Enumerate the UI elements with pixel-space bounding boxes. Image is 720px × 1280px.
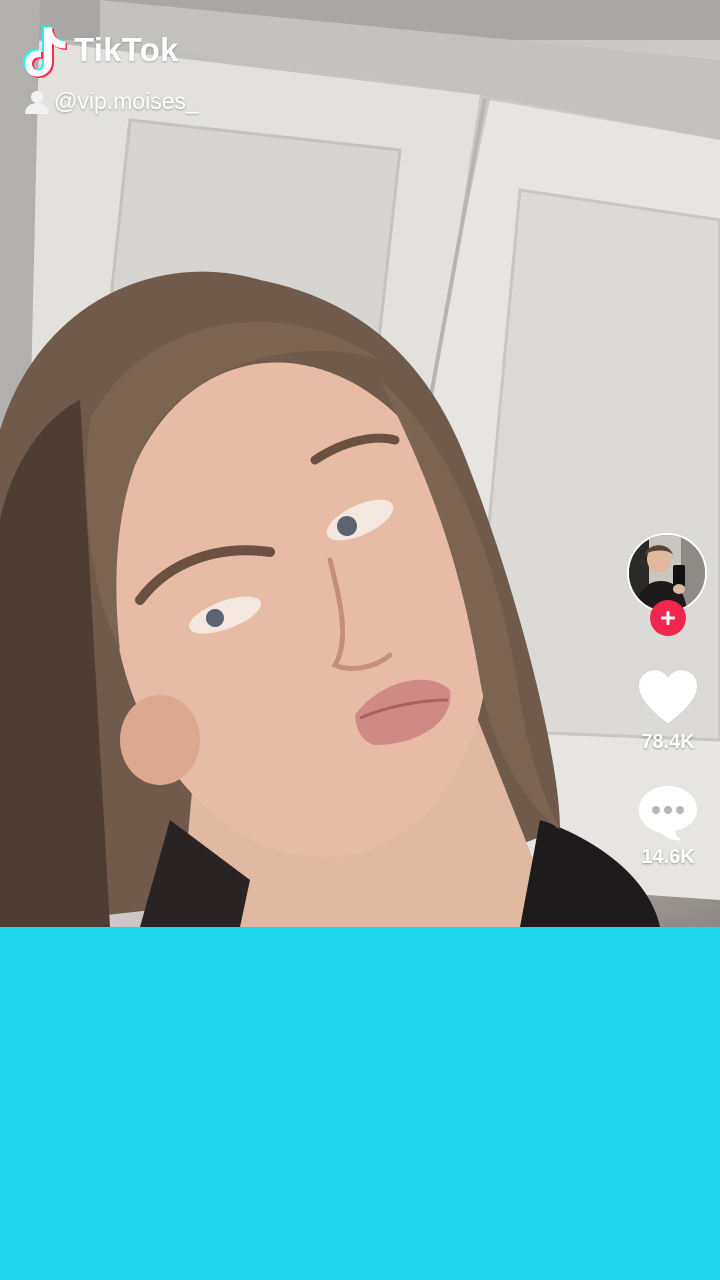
tiktok-video-screen: TikTok @vip.moises_ 78.4K 14.6K [0,0,720,1280]
like-button[interactable]: 78.4K [626,669,710,754]
brand-row: TikTok [22,22,179,78]
heart-icon [638,669,698,725]
user-icon [25,90,49,114]
brand-name: TikTok [74,31,179,68]
tiktok-watermark: TikTok @vip.moises_ [22,22,282,122]
action-rail: 78.4K 14.6K [626,533,710,869]
follow-button[interactable] [650,600,686,636]
tiktok-note-icon [22,22,68,78]
comment-bubble-icon [639,786,697,841]
bottom-cyan-panel [0,927,720,1280]
video-scene [0,0,720,927]
comment-count: 14.6K [641,846,695,868]
creator-handle-row: @vip.moises_ [24,88,199,115]
comment-button[interactable]: 14.6K [626,784,710,869]
like-count: 78.4K [641,731,695,753]
creator-avatar-block [626,533,710,636]
video-frame[interactable] [0,0,720,927]
creator-handle: @vip.moises_ [54,88,199,114]
plus-icon [661,611,675,625]
